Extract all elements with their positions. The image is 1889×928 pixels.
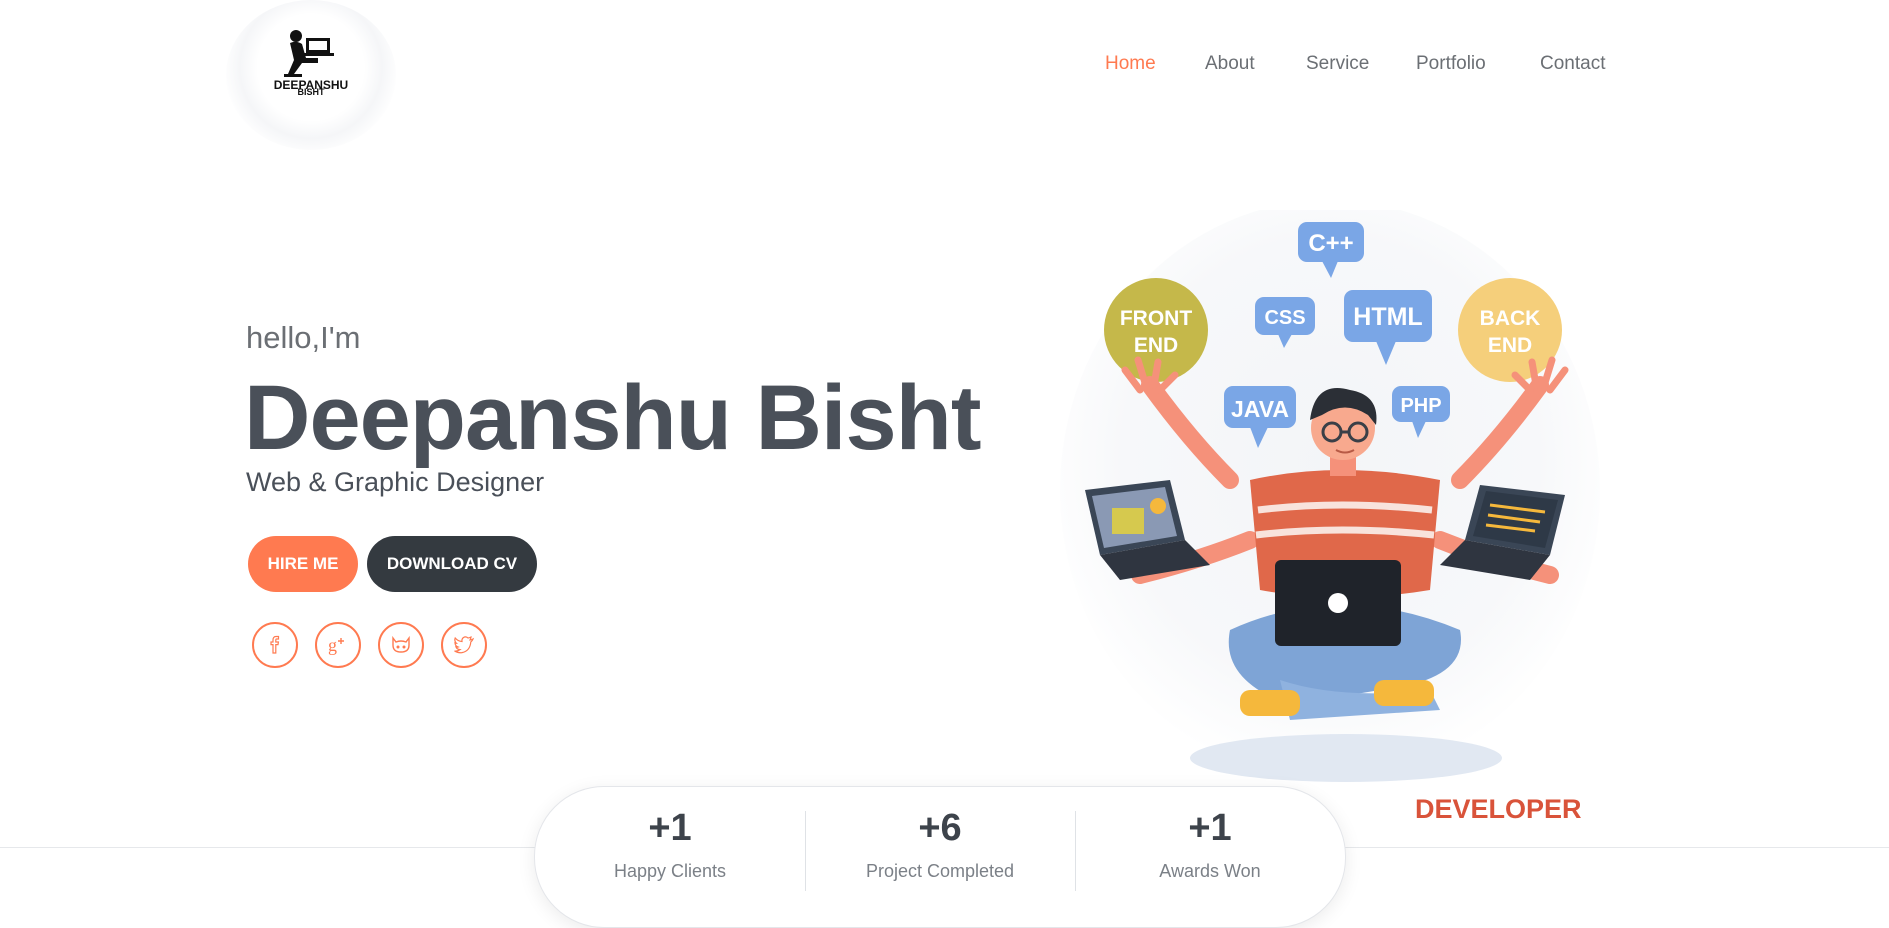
developer-logo-icon (284, 30, 334, 77)
svg-text:PHP: PHP (1400, 395, 1441, 417)
stat-value: +1 (648, 807, 692, 849)
nav-portfolio[interactable]: Portfolio (1416, 53, 1486, 75)
hero-name: Deepanshu Bisht (244, 367, 981, 469)
developer-caption: DEVELOPER (1415, 794, 1582, 824)
svg-text:BACK: BACK (1480, 307, 1541, 330)
stat-projects-completed: +6 Project Completed (805, 809, 1075, 882)
logo[interactable]: DEEPANSHU BISHT (226, 0, 396, 150)
stat-label: Project Completed (865, 861, 1015, 881)
github-link[interactable] (378, 622, 424, 668)
hire-me-button[interactable]: HIRE ME (248, 536, 358, 592)
google-plus-icon: g (328, 635, 344, 655)
github-icon (392, 635, 410, 653)
svg-text:FRONT: FRONT (1120, 307, 1192, 330)
facebook-icon (270, 635, 280, 654)
developer-illustration: C++ CSS HTML JAVA PHP FRONT END BACK END (1060, 210, 1600, 824)
facebook-link[interactable] (252, 622, 298, 668)
nav-about[interactable]: About (1205, 53, 1255, 75)
nav-service[interactable]: Service (1306, 53, 1369, 75)
google-plus-link[interactable]: g (315, 622, 361, 668)
logo-text-last: BISHT (297, 87, 325, 97)
twitter-link[interactable] (441, 622, 487, 668)
stat-value: +6 (918, 807, 962, 849)
greeting: hello,I'm (246, 320, 361, 355)
svg-text:C++: C++ (1308, 230, 1353, 257)
stat-value: +1 (1188, 807, 1232, 849)
download-cv-button[interactable]: DOWNLOAD CV (367, 536, 537, 592)
nav-home[interactable]: Home (1105, 53, 1156, 75)
stat-label: Awards Won (1159, 861, 1261, 881)
svg-text:HTML: HTML (1353, 303, 1422, 331)
stat-happy-clients: +1 Happy Clients (535, 809, 805, 882)
svg-text:END: END (1134, 334, 1178, 357)
nav-contact[interactable]: Contact (1540, 53, 1605, 75)
svg-text:JAVA: JAVA (1231, 396, 1289, 422)
twitter-icon (454, 636, 475, 654)
hero-role: Web & Graphic Designer (246, 467, 545, 497)
svg-text:CSS: CSS (1264, 307, 1305, 329)
svg-text:g: g (328, 635, 337, 655)
svg-text:END: END (1488, 334, 1532, 357)
stat-label: Happy Clients (613, 861, 727, 881)
stat-awards-won: +1 Awards Won (1075, 809, 1345, 882)
stats-card: +1 Happy Clients +6 Project Completed +1… (534, 786, 1346, 928)
